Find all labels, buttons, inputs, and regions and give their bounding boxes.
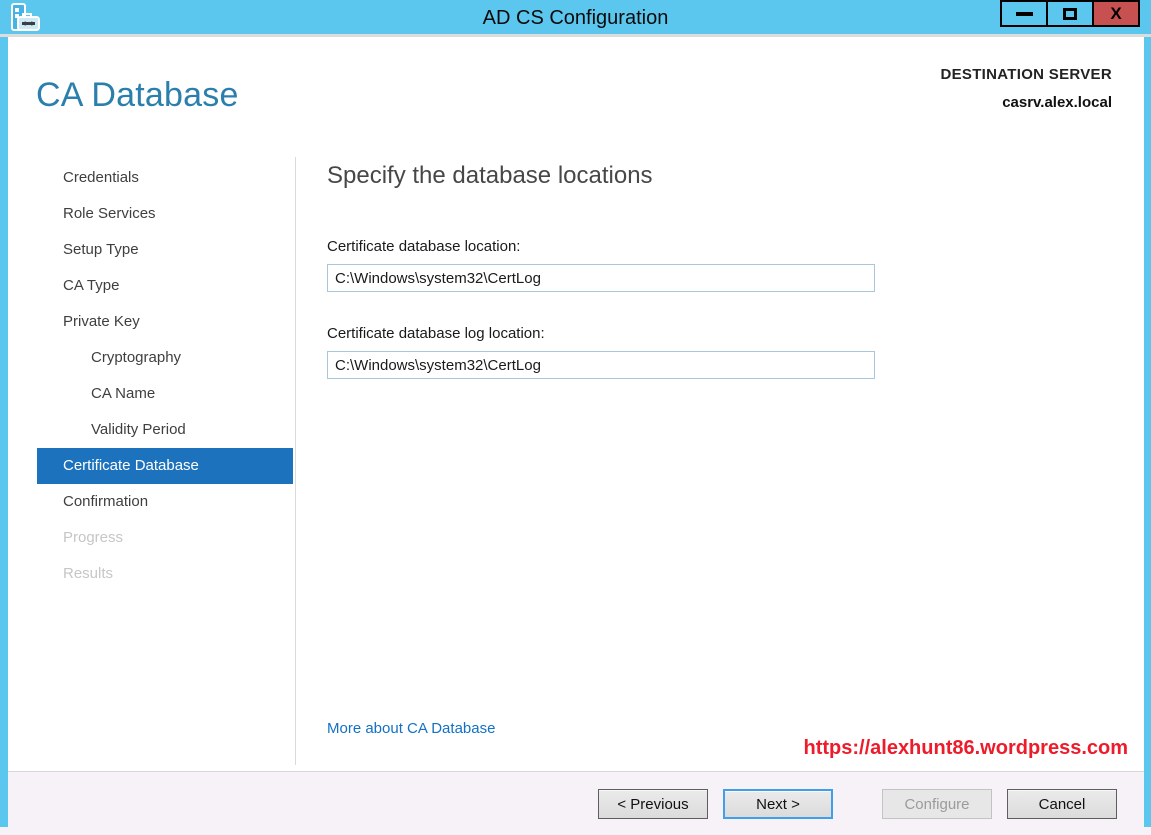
maximize-button[interactable] <box>1046 0 1094 27</box>
next-button[interactable]: Next > <box>723 789 833 819</box>
titlebar: AD CS Configuration <box>0 0 1151 37</box>
window-border-right <box>1144 37 1151 827</box>
minimize-icon <box>1015 11 1033 16</box>
sidebar-item-progress: Progress <box>63 529 124 546</box>
window-controls: X <box>1000 0 1140 27</box>
wizard-footer: < Previous Next > Configure Cancel <box>0 771 1151 835</box>
configure-button: Configure <box>882 789 992 819</box>
destination-server-value: casrv.alex.local <box>1002 94 1112 111</box>
sidebar-item-cryptography[interactable]: Cryptography <box>37 340 293 376</box>
more-about-ca-database-link[interactable]: More about CA Database <box>327 720 495 737</box>
database-log-location-input[interactable] <box>327 351 875 379</box>
sidebar-item-setup-type[interactable]: Setup Type <box>37 232 293 268</box>
sidebar-item-credentials[interactable]: Credentials <box>37 160 293 196</box>
window-border-left <box>0 37 8 827</box>
database-location-input[interactable] <box>327 264 875 292</box>
sidebar-item-private-key[interactable]: Private Key <box>37 304 293 340</box>
minimize-button[interactable] <box>1000 0 1048 27</box>
close-icon: X <box>1110 4 1122 23</box>
destination-server-label: DESTINATION SERVER <box>940 66 1112 83</box>
destination-server-block: DESTINATION SERVER casrv.alex.local <box>940 66 1112 111</box>
database-location-label: Certificate database location: <box>327 238 521 255</box>
sidebar-item-confirmation[interactable]: Confirmation <box>37 484 293 520</box>
sidebar-item-ca-type[interactable]: CA Type <box>37 268 293 304</box>
maximize-icon <box>1063 7 1077 20</box>
watermark-url: https://alexhunt86.wordpress.com <box>803 737 1128 759</box>
cancel-button[interactable]: Cancel <box>1007 789 1117 819</box>
sidebar-item-validity-period[interactable]: Validity Period <box>37 412 293 448</box>
page-title: CA Database <box>36 76 239 114</box>
sidebar-item-certificate-database[interactable]: Certificate Database <box>37 448 293 484</box>
adcs-configuration-window: AD CS Configuration X CA Database DESTIN… <box>0 0 1151 835</box>
content-heading: Specify the database locations <box>327 162 653 189</box>
sidebar-divider <box>295 157 296 765</box>
close-button[interactable]: X <box>1092 0 1140 27</box>
database-log-location-label: Certificate database log location: <box>327 325 545 342</box>
wizard-steps-sidebar: Credentials Role Services Setup Type CA … <box>37 160 293 592</box>
sidebar-item-ca-name[interactable]: CA Name <box>37 376 293 412</box>
sidebar-item-results: Results <box>63 565 114 582</box>
sidebar-item-role-services[interactable]: Role Services <box>37 196 293 232</box>
window-title: AD CS Configuration <box>482 7 669 29</box>
previous-button[interactable]: < Previous <box>598 789 708 819</box>
